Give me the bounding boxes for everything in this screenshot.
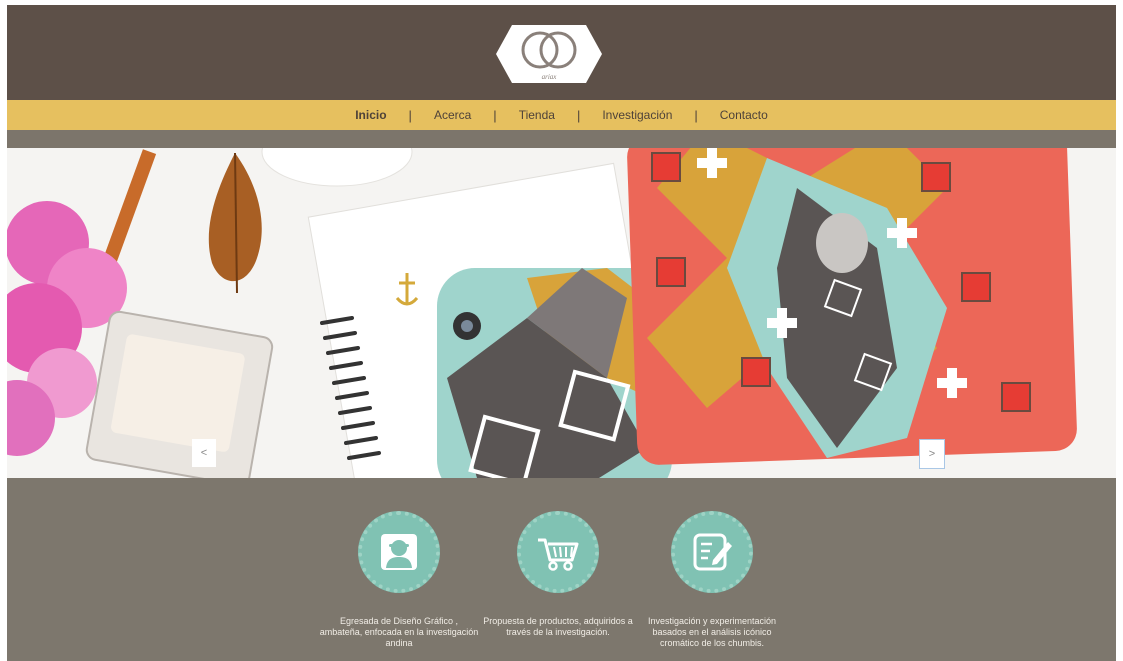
feature-about-icon-circle[interactable]: [358, 511, 440, 593]
page-frame: ariax Inicio | Acerca | Tienda | Investi…: [7, 5, 1116, 661]
edit-document-icon: [693, 533, 732, 571]
nav-inicio[interactable]: Inicio: [333, 108, 408, 122]
main-nav: Inicio | Acerca | Tienda | Investigación…: [7, 100, 1116, 130]
carousel-prev-button[interactable]: <: [192, 439, 216, 467]
logo-icon[interactable]: ariax: [494, 23, 604, 85]
nav-contacto[interactable]: Contacto: [698, 108, 790, 122]
nav-investigacion[interactable]: Investigación: [580, 108, 694, 122]
feature-products-icon-circle[interactable]: [517, 511, 599, 593]
logo-text: ariax: [542, 73, 558, 81]
shopping-cart-icon: [538, 538, 579, 571]
user-icon: [381, 534, 417, 570]
hero-carousel: < >: [7, 148, 1116, 478]
nav-underbar: [7, 130, 1116, 148]
feature-products-caption: Propuesta de productos, adquiridos a tra…: [483, 616, 633, 637]
hero-image: [7, 148, 1116, 478]
nav-tienda[interactable]: Tienda: [497, 108, 577, 122]
carousel-next-button[interactable]: >: [919, 439, 945, 469]
feature-about-caption: Egresada de Diseño Gráfico , ambateña, e…: [319, 616, 479, 648]
site-header: ariax: [7, 5, 1116, 100]
feature-research-icon-circle[interactable]: [671, 511, 753, 593]
features-section: Egresada de Diseño Gráfico , ambateña, e…: [7, 478, 1116, 661]
feature-research-caption: Investigación y experimentación basados …: [647, 616, 777, 648]
nav-acerca[interactable]: Acerca: [412, 108, 493, 122]
